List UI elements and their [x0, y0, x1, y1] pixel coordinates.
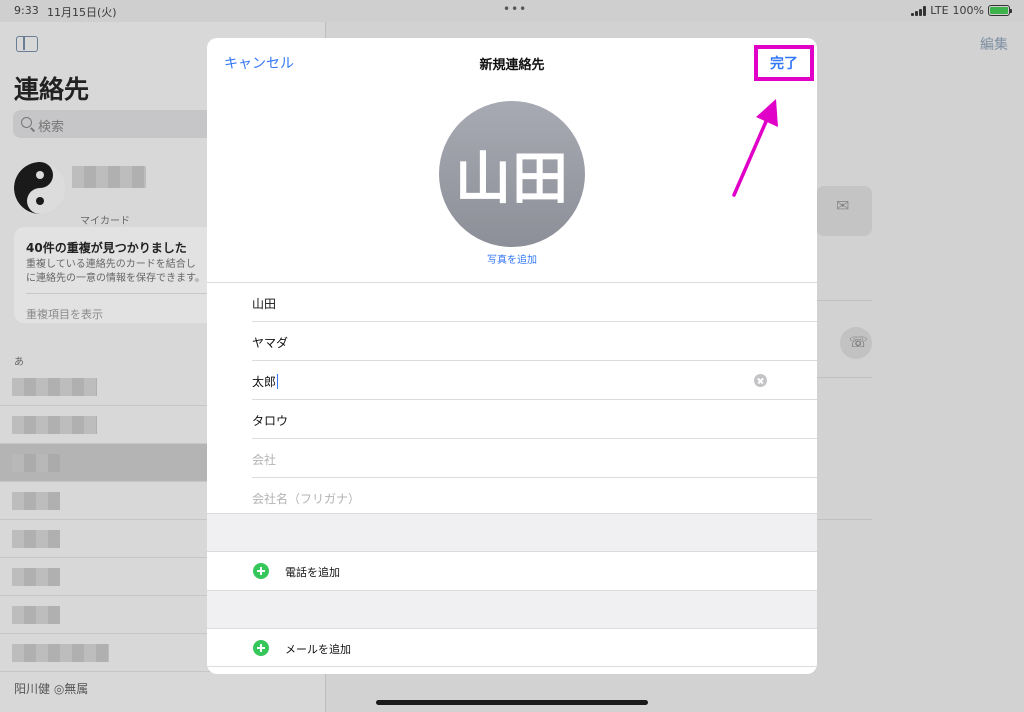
add-phone-row[interactable]: 電話を追加 — [207, 552, 817, 590]
section-index-letter: あ — [14, 357, 24, 368]
done-button-label: 完了 — [770, 56, 798, 72]
signal-icon — [911, 5, 927, 16]
company-phonetic-placeholder: 会社名（フリガナ） — [252, 492, 361, 506]
add-phone-label: 電話を追加 — [285, 566, 340, 579]
first-name-phonetic-field[interactable]: タロウ — [252, 400, 817, 439]
home-indicator[interactable] — [376, 700, 648, 705]
my-card-avatar[interactable] — [14, 162, 66, 214]
add-email-label: メールを追加 — [285, 643, 351, 656]
divider — [816, 300, 872, 301]
last-name-phonetic-value: ヤマダ — [252, 336, 289, 350]
show-duplicates-link[interactable]: 重複項目を表示 — [26, 306, 103, 322]
add-photo-button[interactable]: 写真を追加 — [207, 251, 817, 266]
last-name-value: 山田 — [252, 297, 277, 311]
page-title: 連絡先 — [14, 75, 90, 104]
text-cursor — [277, 374, 279, 389]
add-circle-icon — [253, 563, 269, 579]
sidebar-toggle-icon[interactable] — [16, 36, 38, 52]
redacted-contact — [12, 568, 60, 586]
first-name-value: 太郎 — [252, 375, 277, 389]
multitasking-dots[interactable]: ••• — [503, 2, 527, 16]
edit-button[interactable]: 編集 — [980, 34, 1008, 54]
add-circle-icon — [253, 640, 269, 656]
mail-icon: ✉ — [836, 196, 850, 215]
status-date: 11月15日(火) — [47, 6, 117, 19]
battery-fill — [990, 7, 1008, 14]
search-icon — [21, 117, 32, 128]
divider — [816, 519, 872, 520]
avatar-initials: 山田 — [455, 146, 569, 212]
sheet-title: 新規連絡先 — [479, 58, 545, 73]
my-card-label: マイカード — [80, 216, 130, 227]
status-bar: 9:33 11月15日(火) ••• LTE 100% — [0, 0, 1024, 22]
annotation-arrow-icon — [732, 99, 778, 197]
list-item-partial[interactable]: 阳川健 ◎無属 — [14, 680, 88, 697]
divider — [207, 666, 817, 667]
redacted-contact — [12, 530, 60, 548]
mail-action-tile[interactable]: ✉ — [816, 186, 872, 236]
clear-text-icon[interactable] — [754, 374, 767, 387]
company-field[interactable]: 会社 — [252, 439, 817, 478]
status-time: 9:33 — [14, 4, 39, 17]
carrier-label: LTE — [930, 4, 949, 17]
first-name-phonetic-value: タロウ — [252, 414, 289, 428]
battery-percent: 100% — [952, 4, 984, 17]
redacted-contact — [12, 492, 60, 510]
phone-icon[interactable] — [840, 327, 872, 359]
add-email-row[interactable]: メールを追加 — [207, 629, 817, 667]
last-name-phonetic-field[interactable]: ヤマダ — [252, 322, 817, 361]
redacted-contact — [12, 644, 109, 662]
section-gap — [207, 513, 817, 552]
redacted-contact — [12, 606, 60, 624]
contact-avatar[interactable]: 山田 — [439, 101, 585, 247]
status-indicators: LTE 100% — [911, 4, 1012, 17]
redacted-contact — [12, 416, 97, 434]
last-name-field[interactable]: 山田 — [252, 283, 817, 322]
battery-icon — [988, 5, 1012, 16]
duplicates-title: 40件の重複が見つかりました — [26, 241, 187, 255]
first-name-field[interactable]: 太郎 — [252, 361, 817, 400]
redacted-name — [72, 166, 146, 188]
redacted-contact — [12, 378, 97, 396]
first-name-value-wrap: 太郎 — [252, 373, 279, 390]
company-phonetic-field[interactable]: 会社名（フリガナ） — [252, 478, 817, 517]
yin-yang-icon — [14, 162, 66, 214]
search-placeholder: 検索 — [38, 120, 65, 135]
redacted-contact — [12, 454, 60, 472]
duplicates-description: 重複している連絡先のカードを結合し に連絡先の一意の情報を保存できます。 — [26, 259, 205, 284]
section-gap — [207, 590, 817, 629]
company-placeholder: 会社 — [252, 453, 277, 467]
divider — [816, 377, 872, 378]
done-button[interactable]: 完了 — [754, 45, 814, 81]
